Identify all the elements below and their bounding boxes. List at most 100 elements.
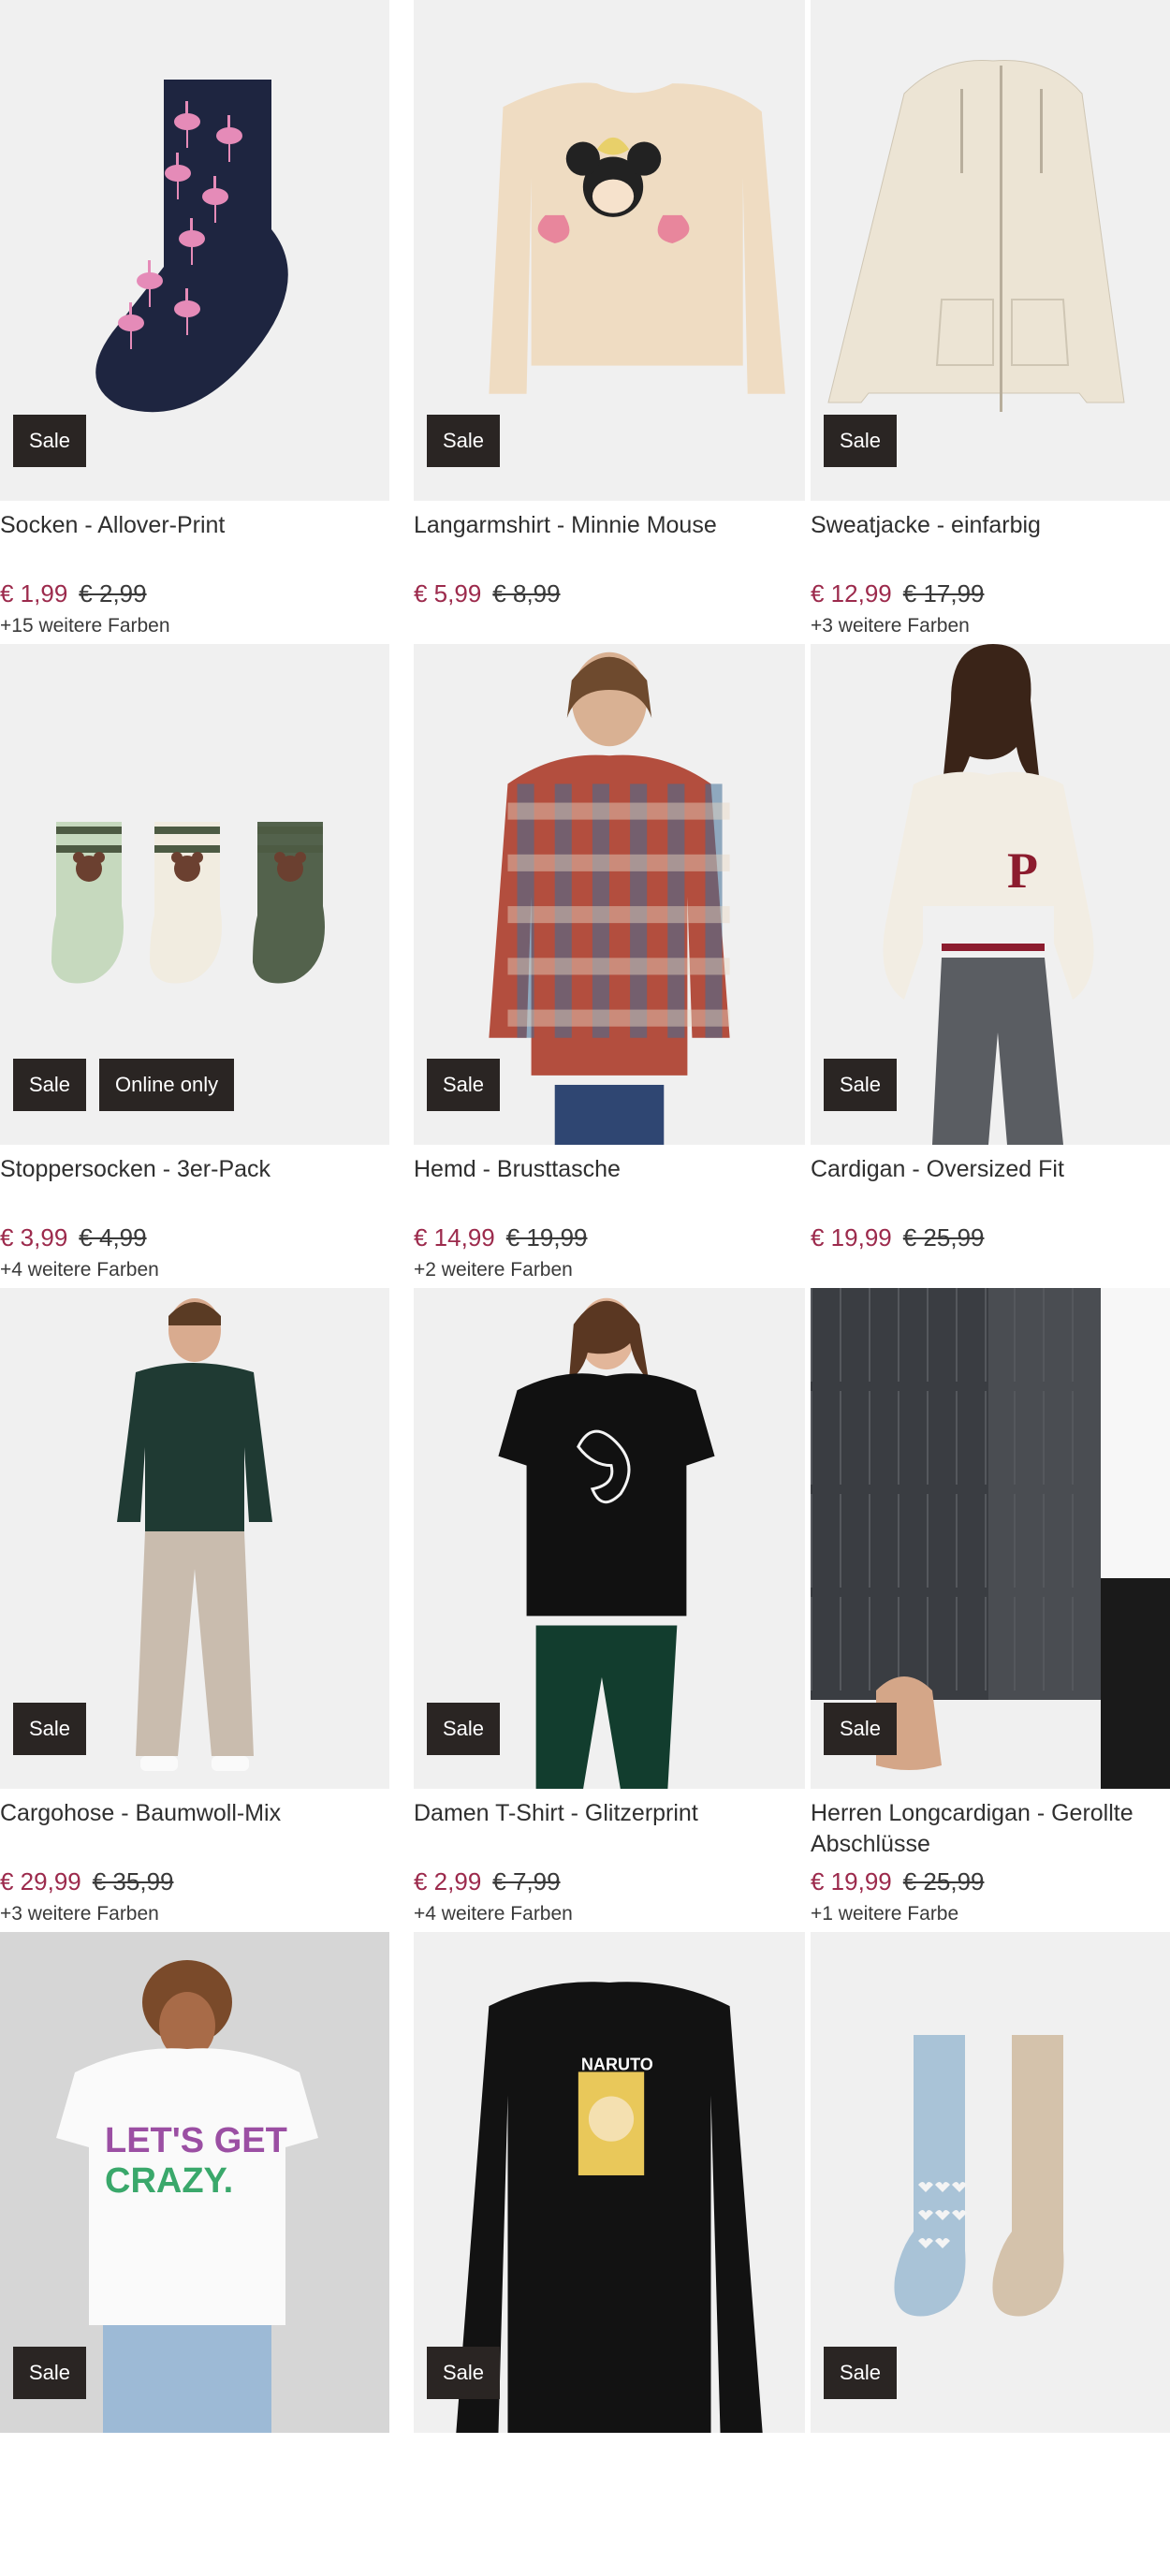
- product-prices: € 19,99 € 25,99: [811, 1866, 1170, 1897]
- product-image-longsleeve-naruto[interactable]: NARUTO Sale: [414, 1932, 805, 2433]
- sale-price: € 3,99: [0, 1223, 68, 1251]
- product-info: Cargohose - Baumwoll-Mix € 29,99 € 35,99 …: [0, 1789, 389, 1927]
- product-info: Damen T-Shirt - Glitzerprint € 2,99 € 7,9…: [399, 1789, 779, 1927]
- product-name[interactable]: Sweatjacke - einfarbig: [811, 510, 1170, 572]
- more-colors-label[interactable]: +3 weitere Farben: [0, 1901, 389, 1927]
- more-colors-label[interactable]: +2 weitere Farben: [414, 1257, 779, 1283]
- sale-badge: Sale: [824, 1059, 898, 1111]
- badge-group: Sale: [427, 1703, 501, 1755]
- more-colors-label[interactable]: +3 weitere Farben: [811, 613, 1170, 639]
- product-image-tights-kids[interactable]: Sale: [811, 1932, 1170, 2433]
- product-card[interactable]: Sale: [779, 1932, 1170, 2576]
- product-info: [399, 2433, 779, 2541]
- badge-group: Sale: [427, 2347, 501, 2399]
- product-prices: € 14,99 € 19,99: [414, 1222, 779, 1253]
- svg-text:NARUTO: NARUTO: [581, 2055, 653, 2073]
- more-colors-label[interactable]: +15 weitere Farben: [0, 613, 389, 639]
- badge-group: Sale: [824, 1059, 898, 1111]
- sale-price: € 2,99: [414, 1867, 482, 1895]
- product-image-sock-flamingo[interactable]: Sale: [0, 0, 389, 501]
- sale-badge: Sale: [427, 415, 501, 467]
- badge-group: Sale Online only: [13, 1059, 235, 1111]
- sale-badge: Sale: [824, 1703, 898, 1755]
- badge-group: Sale: [824, 1703, 898, 1755]
- badge-group: Sale: [13, 1703, 87, 1755]
- product-prices: € 19,99 € 25,99: [811, 1222, 1170, 1253]
- product-name[interactable]: Cargohose - Baumwoll-Mix: [0, 1798, 389, 1860]
- product-card[interactable]: Sale Herren Longcardigan - Gerollte Absc…: [779, 1288, 1170, 1932]
- product-card[interactable]: Sale Socken - Allover-Print € 1,99 € 2,99…: [0, 0, 389, 644]
- original-price: € 35,99: [92, 1867, 174, 1895]
- product-name[interactable]: Hemd - Brusttasche: [414, 1154, 779, 1216]
- product-name[interactable]: [414, 2442, 779, 2504]
- product-image-socks-3pack[interactable]: Sale Online only: [0, 644, 389, 1145]
- product-image-tshirt-lets-get-crazy[interactable]: LET'S GET CRAZY. Sale: [0, 1932, 389, 2433]
- badge-group: Sale: [427, 1059, 501, 1111]
- product-image-plaid-shirt-man[interactable]: Sale: [414, 644, 805, 1145]
- product-grid: Sale Socken - Allover-Print € 1,99 € 2,99…: [0, 0, 1170, 2576]
- product-card[interactable]: Sale Langarmshirt - Minnie Mouse € 5,99 €…: [389, 0, 805, 644]
- product-info: Herren Longcardigan - Gerollte Abschlüss…: [801, 1789, 1170, 1927]
- product-name[interactable]: [811, 2442, 1170, 2504]
- product-name[interactable]: Socken - Allover-Print: [0, 510, 389, 572]
- product-name[interactable]: [0, 2442, 389, 2504]
- original-price: € 25,99: [902, 1867, 985, 1895]
- product-name[interactable]: Cardigan - Oversized Fit: [811, 1154, 1170, 1216]
- sale-badge: Sale: [427, 1059, 501, 1111]
- sale-price: € 5,99: [414, 579, 482, 607]
- product-card[interactable]: Sale Online only Stoppersocken - 3er-Pack…: [0, 644, 389, 1288]
- online-only-badge: Online only: [99, 1059, 235, 1111]
- badge-group: Sale: [427, 415, 501, 467]
- sale-badge: Sale: [824, 415, 898, 467]
- product-card[interactable]: NARUTO Sale: [389, 1932, 805, 2576]
- product-prices: [414, 2510, 779, 2541]
- product-info: Stoppersocken - 3er-Pack € 3,99 € 4,99 +4…: [0, 1145, 389, 1283]
- product-card[interactable]: Sale Cargohose - Baumwoll-Mix € 29,99 € 3…: [0, 1288, 389, 1932]
- product-prices: € 1,99 € 2,99: [0, 578, 389, 609]
- product-info: Sweatjacke - einfarbig € 12,99 € 17,99 +3…: [801, 501, 1170, 639]
- original-price: € 4,99: [79, 1223, 147, 1251]
- product-name[interactable]: Stoppersocken - 3er-Pack: [0, 1154, 389, 1216]
- product-prices: € 2,99 € 7,99: [414, 1866, 779, 1897]
- product-image-cargo-man[interactable]: Sale: [0, 1288, 389, 1789]
- product-card[interactable]: Sale Damen T-Shirt - Glitzerprint € 2,99…: [389, 1288, 805, 1932]
- product-info: Hemd - Brusttasche € 14,99 € 19,99 +2 wei…: [399, 1145, 779, 1283]
- sale-price: € 29,99: [0, 1867, 81, 1895]
- product-info: Langarmshirt - Minnie Mouse € 5,99 € 8,99: [399, 501, 779, 609]
- more-colors-label[interactable]: +1 weitere Farbe: [811, 1901, 1170, 1927]
- original-price: € 17,99: [902, 579, 985, 607]
- product-card[interactable]: P Sale Cardigan - Oversized Fit € 19,99 €…: [779, 644, 1170, 1288]
- product-image-longcardigan-closeup[interactable]: Sale: [811, 1288, 1170, 1789]
- product-name[interactable]: Damen T-Shirt - Glitzerprint: [414, 1798, 779, 1860]
- product-card[interactable]: Sale Sweatjacke - einfarbig € 12,99 € 17,…: [779, 0, 1170, 644]
- product-image-longsleeve-minnie[interactable]: Sale: [414, 0, 805, 501]
- sale-badge: Sale: [427, 1703, 501, 1755]
- more-colors-label[interactable]: +4 weitere Farben: [414, 1901, 779, 1927]
- original-price: € 7,99: [492, 1867, 561, 1895]
- product-card[interactable]: Sale Hemd - Brusttasche € 14,99 € 19,99 +…: [389, 644, 805, 1288]
- sale-badge: Sale: [427, 2347, 501, 2399]
- sale-price: € 1,99: [0, 579, 68, 607]
- sale-price: € 12,99: [811, 579, 892, 607]
- sale-price: € 14,99: [414, 1223, 495, 1251]
- product-image-cardigan-woman[interactable]: P Sale: [811, 644, 1170, 1145]
- product-prices: € 3,99 € 4,99: [0, 1222, 389, 1253]
- product-image-zip-hoodie[interactable]: Sale: [811, 0, 1170, 501]
- sale-badge: Sale: [13, 1059, 87, 1111]
- sale-badge: Sale: [824, 2347, 898, 2399]
- sale-badge: Sale: [13, 415, 87, 467]
- product-prices: € 29,99 € 35,99: [0, 1866, 389, 1897]
- more-colors-label[interactable]: +4 weitere Farben: [0, 1257, 389, 1283]
- product-card[interactable]: LET'S GET CRAZY. Sale: [0, 1932, 389, 2576]
- product-name[interactable]: Herren Longcardigan - Gerollte Abschlüss…: [811, 1798, 1170, 1860]
- sale-badge: Sale: [13, 2347, 87, 2399]
- badge-group: Sale: [13, 2347, 87, 2399]
- sale-badge: Sale: [13, 1703, 87, 1755]
- product-prices: [811, 2510, 1170, 2541]
- product-info: Socken - Allover-Print € 1,99 € 2,99 +15 …: [0, 501, 389, 639]
- original-price: € 2,99: [79, 579, 147, 607]
- badge-group: Sale: [824, 415, 898, 467]
- product-image-tshirt-woman-black[interactable]: Sale: [414, 1288, 805, 1789]
- product-name[interactable]: Langarmshirt - Minnie Mouse: [414, 510, 779, 572]
- original-price: € 19,99: [505, 1223, 588, 1251]
